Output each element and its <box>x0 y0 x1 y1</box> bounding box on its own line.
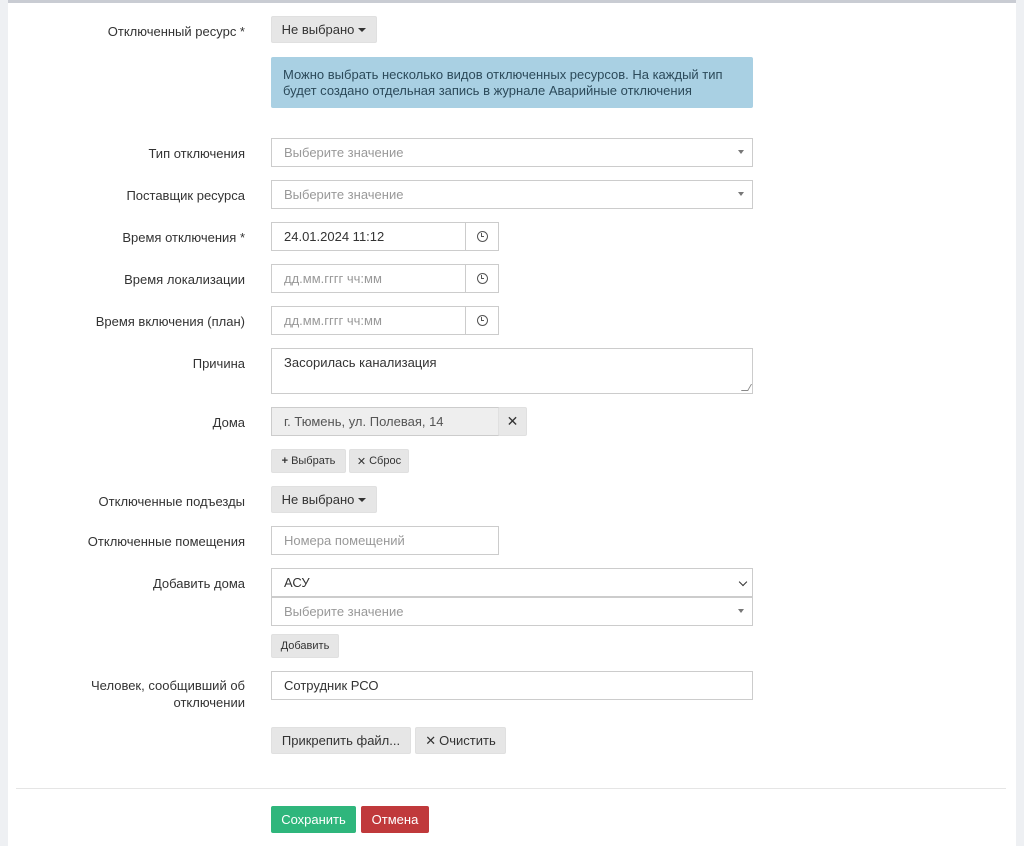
loc-time-input[interactable]: дд.мм.гггг чч:мм <box>271 264 466 293</box>
off-time-clock-button[interactable] <box>465 222 499 251</box>
off-time-label: Время отключения * <box>122 230 245 245</box>
select-arrow-icon <box>738 192 744 196</box>
close-icon: ✕ <box>425 732 437 748</box>
entrances-dropdown-label: Не выбрано <box>281 492 355 507</box>
entrances-label: Отключенные подъезды <box>98 494 245 509</box>
cancel-button[interactable]: Отмена <box>361 806 429 833</box>
clock-icon <box>476 273 488 284</box>
type-placeholder: Выберите значение <box>284 145 404 160</box>
loc-time-placeholder: дд.мм.гггг чч:мм <box>284 271 382 286</box>
reason-label: Причина <box>192 356 245 371</box>
add-houses-button[interactable]: Добавить <box>271 634 339 658</box>
rooms-placeholder: Номера помещений <box>284 533 405 548</box>
add-houses-label: Добавить дома <box>152 576 245 591</box>
houses-reset-label: Сброс <box>369 455 402 467</box>
supplier-select[interactable]: Выберите значение <box>271 180 753 209</box>
clear-files-button[interactable]: ✕ Очистить <box>415 727 506 754</box>
reporter-value: Сотрудник РСО <box>284 678 379 693</box>
save-button[interactable]: Сохранить <box>271 806 356 833</box>
off-time-value: 24.01.2024 11:12 <box>284 229 385 244</box>
supplier-placeholder: Выберите значение <box>284 187 404 202</box>
reporter-label: Человек, сообщивший об отключении <box>91 678 245 710</box>
houses-selected-field: г. Тюмень, ул. Полевая, 14 <box>271 407 499 436</box>
clock-icon <box>476 315 488 326</box>
clock-icon <box>476 231 488 242</box>
houses-select-button[interactable]: + Выбрать <box>271 449 346 473</box>
plus-icon: + <box>281 455 289 467</box>
reason-textarea[interactable]: Засорилась канализация <box>271 348 753 394</box>
divider <box>16 788 1006 789</box>
clear-files-label: Очистить <box>439 733 496 748</box>
on-time-input[interactable]: дд.мм.гггг чч:мм <box>271 306 466 335</box>
attach-file-label: Прикрепить файл... <box>281 733 401 748</box>
on-time-clock-button[interactable] <box>465 306 499 335</box>
houses-reset-button[interactable]: ✕ Сброс <box>349 449 409 473</box>
loc-time-clock-button[interactable] <box>465 264 499 293</box>
info-alert: Можно выбрать несколько видов отключенны… <box>271 57 753 108</box>
attach-file-button[interactable]: Прикрепить файл... <box>271 727 411 754</box>
close-icon: ✕ <box>356 455 367 468</box>
close-icon: ✕ <box>506 413 519 429</box>
resource-dropdown-button[interactable]: Не выбрано <box>271 16 377 43</box>
houses-remove-button[interactable]: ✕ <box>498 407 527 436</box>
add-houses-source-select[interactable]: АСУ <box>271 568 753 597</box>
houses-value: г. Тюмень, ул. Полевая, 14 <box>284 414 444 429</box>
resource-label: Отключенный ресурс * <box>107 24 245 39</box>
rooms-label: Отключенные помещения <box>87 534 245 549</box>
rooms-input[interactable]: Номера помещений <box>271 526 499 555</box>
add-houses-button-label: Добавить <box>280 640 330 652</box>
off-time-input[interactable]: 24.01.2024 11:12 <box>271 222 466 251</box>
chevron-down-icon <box>738 577 748 587</box>
resize-handle-icon[interactable] <box>740 384 753 391</box>
reason-value: Засорилась канализация <box>284 355 437 370</box>
form-panel: Отключенный ресурс * Не выбрано Можно вы… <box>8 0 1016 846</box>
resource-dropdown-label: Не выбрано <box>281 22 355 37</box>
caret-down-icon <box>358 27 367 32</box>
on-time-placeholder: дд.мм.гггг чч:мм <box>284 313 382 328</box>
houses-label: Дома <box>212 415 245 430</box>
add-houses-source-value: АСУ <box>284 575 310 590</box>
supplier-label: Поставщик ресурса <box>126 188 245 203</box>
reporter-input[interactable]: Сотрудник РСО <box>271 671 753 700</box>
type-label: Тип отключения <box>148 146 245 161</box>
entrances-dropdown-button[interactable]: Не выбрано <box>271 486 377 513</box>
type-select[interactable]: Выберите значение <box>271 138 753 167</box>
on-time-label: Время включения (план) <box>95 314 245 329</box>
select-arrow-icon <box>738 150 744 154</box>
houses-select-label: Выбрать <box>291 455 336 467</box>
add-houses-select[interactable]: Выберите значение <box>271 597 753 626</box>
caret-down-icon <box>358 497 367 502</box>
loc-time-label: Время локализации <box>124 272 245 287</box>
add-houses-placeholder: Выберите значение <box>284 604 404 619</box>
select-arrow-icon <box>738 609 744 613</box>
